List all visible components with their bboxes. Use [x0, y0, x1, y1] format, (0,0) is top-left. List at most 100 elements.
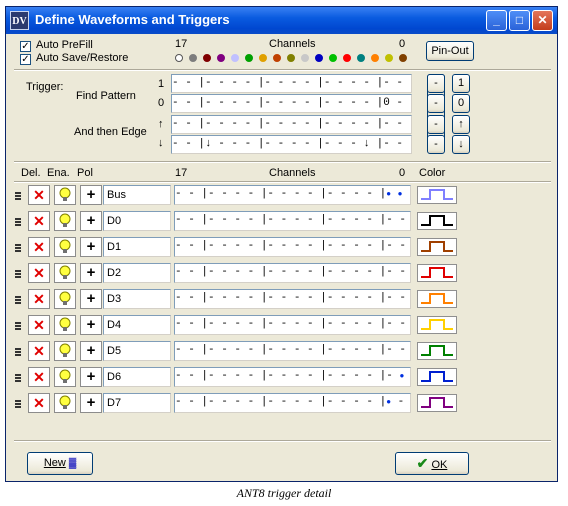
signal-channel-pattern[interactable]: - - |- - - - |- - - - |- - - - |● - - - …	[174, 393, 411, 413]
trigger-label: Trigger:	[26, 81, 64, 93]
signal-color-swatch[interactable]	[417, 316, 457, 334]
channel-color-dot	[385, 54, 393, 62]
trigger-set-dash-button-up[interactable]: -	[427, 115, 445, 134]
trigger-pattern-0-field[interactable]: - - |- - - - |- - - - |- - - - |0 - - - …	[171, 94, 412, 113]
trigger-set-dash-button-1[interactable]: -	[427, 74, 445, 93]
auto-prefill-checkbox[interactable]: ✓	[20, 41, 31, 52]
enable-signal-button[interactable]	[54, 367, 76, 387]
drag-handle-icon[interactable]	[15, 296, 21, 304]
drag-handle-icon[interactable]	[15, 322, 21, 330]
signal-channel-pattern[interactable]: - - |- - - - |- - - - |- - - - |- - - - …	[174, 289, 411, 309]
enable-signal-button[interactable]	[54, 289, 76, 309]
ok-button[interactable]: ✔ OK	[395, 452, 469, 475]
trigger-pattern-1-field[interactable]: - - |- - - - |- - - - |- - - - |- - - - …	[171, 74, 412, 93]
delete-signal-button[interactable]: ✕	[28, 185, 50, 205]
signal-name-field[interactable]: D4	[103, 315, 171, 335]
set-up-label: ↑	[458, 118, 464, 130]
signal-channel-pattern[interactable]: - - |- - - - |- - - - |- - - - |- - - ● …	[174, 315, 411, 335]
channel-color-dot	[343, 54, 351, 62]
signal-channel-pattern[interactable]: - - |- - - - |- - - - |- - - - |- - - - …	[174, 211, 411, 231]
signal-color-swatch[interactable]	[417, 186, 457, 204]
figure-caption: ANT8 trigger detail	[236, 486, 332, 500]
maximize-icon: □	[515, 13, 524, 27]
enable-signal-button[interactable]	[54, 263, 76, 283]
channel-color-dot	[231, 54, 239, 62]
delete-signal-button[interactable]: ✕	[28, 341, 50, 361]
delete-signal-button[interactable]: ✕	[28, 211, 50, 231]
dialog-window: DV Define Waveforms and Triggers _ □ ✕ ✓…	[5, 6, 558, 482]
drag-handle-icon[interactable]	[15, 244, 21, 252]
signal-color-swatch[interactable]	[417, 212, 457, 230]
drag-handle-icon[interactable]	[15, 374, 21, 382]
signal-channel-pattern[interactable]: - - |- - - - |- - - - |- - - - |● ● ● ● …	[174, 185, 411, 205]
enable-signal-button[interactable]	[54, 341, 76, 361]
column-channels: Channels	[269, 167, 316, 179]
enable-signal-button[interactable]	[54, 185, 76, 205]
signal-channel-pattern[interactable]: - - |- - - - |- - - - |- - - - |- ● - - …	[174, 367, 411, 387]
polarity-button[interactable]: +	[80, 237, 102, 257]
signal-channel-pattern[interactable]: - - |- - - - |- - - - |- - - - |- - - - …	[174, 237, 411, 257]
signal-color-swatch[interactable]	[417, 264, 457, 282]
enable-signal-button[interactable]	[54, 211, 76, 231]
close-button[interactable]: ✕	[532, 10, 553, 31]
signal-channel-pattern[interactable]: - - |- - - - |- - - - |- - - - |- - ● - …	[174, 341, 411, 361]
set-0-label: 0	[457, 97, 465, 109]
drag-handle-icon[interactable]	[15, 192, 21, 200]
polarity-button[interactable]: +	[80, 315, 102, 335]
maximize-button[interactable]: □	[509, 10, 530, 31]
channel-color-dot	[357, 54, 365, 62]
signal-name-field[interactable]: D1	[103, 237, 171, 257]
polarity-button[interactable]: +	[80, 185, 102, 205]
trigger-set-0-button[interactable]: 0	[452, 94, 470, 113]
trigger-set-down-button[interactable]: ↓	[452, 135, 470, 154]
title-bar[interactable]: DV Define Waveforms and Triggers _ □ ✕	[6, 7, 557, 34]
polarity-button[interactable]: +	[80, 367, 102, 387]
light-bulb-icon	[59, 317, 71, 331]
signal-channel-pattern[interactable]: - - |- - - - |- - - - |- - - - |- - - - …	[174, 263, 411, 283]
delete-signal-button[interactable]: ✕	[28, 393, 50, 413]
pin-out-button[interactable]: Pin-Out	[426, 41, 474, 61]
waveform-icon	[421, 241, 453, 252]
auto-save-checkbox[interactable]: ✓	[20, 54, 31, 65]
signal-color-swatch[interactable]	[417, 368, 457, 386]
drag-handle-icon[interactable]	[15, 348, 21, 356]
waveform-icon	[421, 397, 453, 408]
drag-handle-icon[interactable]	[15, 270, 21, 278]
trigger-edge-down-field[interactable]: - - |↓ - - - |- - - - |- - - ↓ |- - ↓ ↓ …	[171, 135, 412, 154]
delete-signal-button[interactable]: ✕	[28, 367, 50, 387]
delete-signal-button[interactable]: ✕	[28, 289, 50, 309]
trigger-set-up-button[interactable]: ↑	[452, 115, 470, 134]
signal-name-field[interactable]: D3	[103, 289, 171, 309]
signal-name-field[interactable]: D2	[103, 263, 171, 283]
polarity-button[interactable]: +	[80, 263, 102, 283]
trigger-set-dash-button-0[interactable]: -	[427, 94, 445, 113]
channel-color-dot	[287, 54, 295, 62]
minimize-icon: _	[493, 13, 500, 27]
signal-color-swatch[interactable]	[417, 290, 457, 308]
polarity-button[interactable]: +	[80, 341, 102, 361]
trigger-set-dash-button-down[interactable]: -	[427, 135, 445, 154]
delete-signal-button[interactable]: ✕	[28, 315, 50, 335]
signal-color-swatch[interactable]	[417, 394, 457, 412]
polarity-button[interactable]: +	[80, 211, 102, 231]
delete-signal-button[interactable]: ✕	[28, 237, 50, 257]
drag-handle-icon[interactable]	[15, 218, 21, 226]
signal-name-field[interactable]: D5	[103, 341, 171, 361]
polarity-button[interactable]: +	[80, 289, 102, 309]
signal-name-field[interactable]: D7	[103, 393, 171, 413]
trigger-set-1-button[interactable]: 1	[452, 74, 470, 93]
signal-name-field[interactable]: D6	[103, 367, 171, 387]
signal-color-swatch[interactable]	[417, 238, 457, 256]
enable-signal-button[interactable]	[54, 315, 76, 335]
trigger-edge-up-field[interactable]: - - |- - - - |- - - - |- - - - |- - - - …	[171, 115, 412, 134]
enable-signal-button[interactable]	[54, 393, 76, 413]
signal-name-field[interactable]: D0	[103, 211, 171, 231]
enable-signal-button[interactable]	[54, 237, 76, 257]
delete-signal-button[interactable]: ✕	[28, 263, 50, 283]
drag-handle-icon[interactable]	[15, 400, 21, 408]
signal-color-swatch[interactable]	[417, 342, 457, 360]
signal-name-field[interactable]: Bus	[103, 185, 171, 205]
minimize-button[interactable]: _	[486, 10, 507, 31]
polarity-button[interactable]: +	[80, 393, 102, 413]
new-button[interactable]: New ▓	[27, 452, 93, 475]
